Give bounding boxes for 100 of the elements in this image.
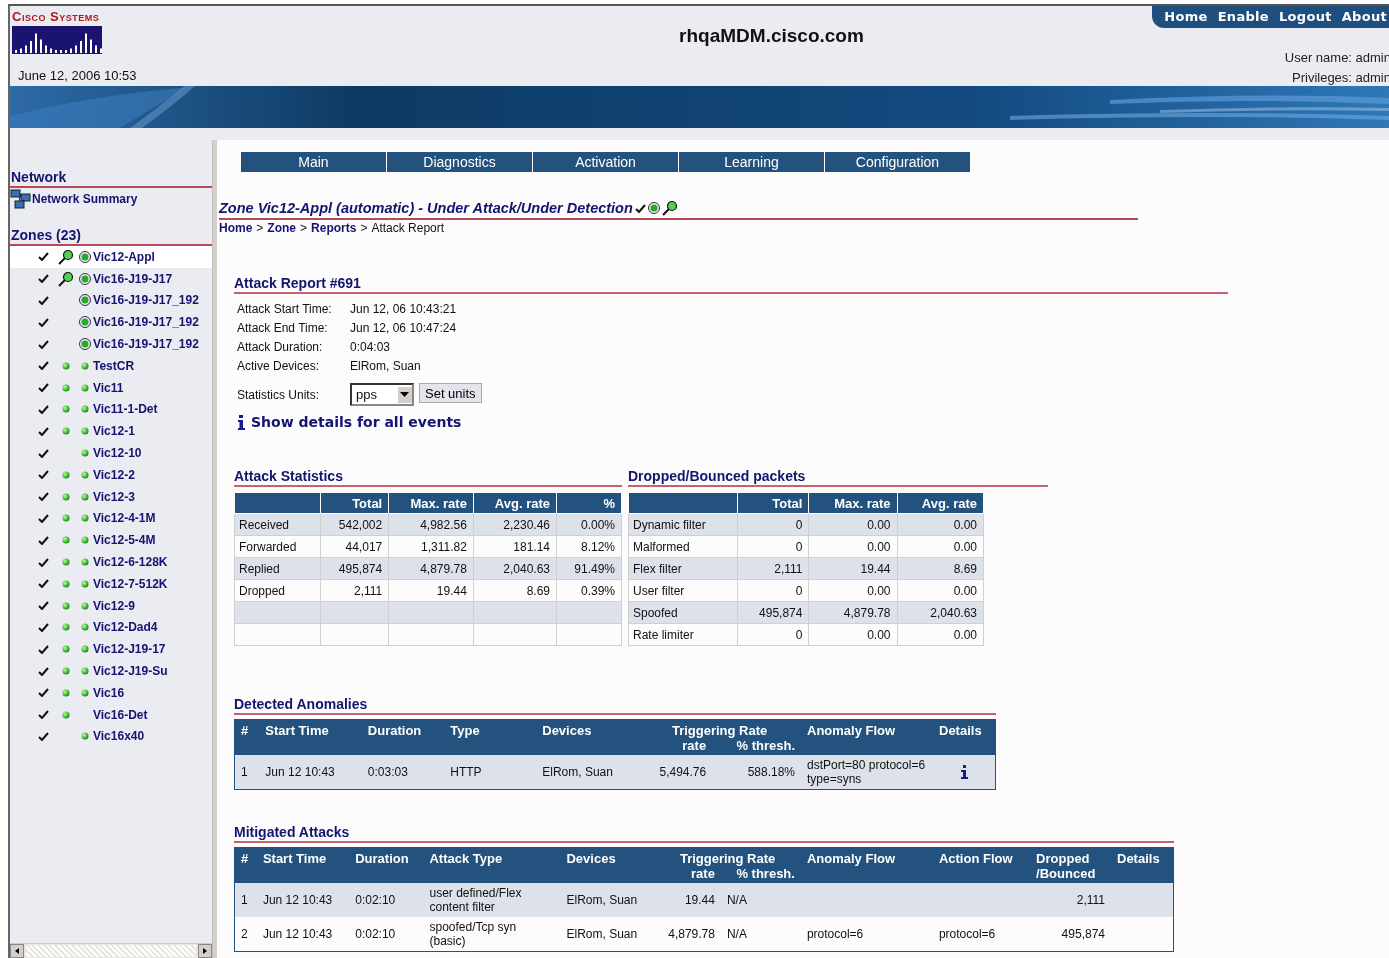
zone-name: Vic12-4-1M bbox=[93, 511, 156, 526]
field-label: Active Devices: bbox=[237, 359, 321, 373]
table-cell: N/A bbox=[720, 917, 801, 952]
zone-item[interactable]: Vic16-J19-J17_192 bbox=[10, 333, 212, 355]
column-header: Devices bbox=[536, 719, 639, 755]
zone-name: Vic11-1-Det bbox=[93, 402, 158, 417]
zone-name: Vic16-J19-J17 bbox=[93, 271, 173, 286]
field-label: Attack End Time: bbox=[237, 321, 329, 335]
zone-name: Vic12-5-4M bbox=[93, 533, 156, 548]
breadcrumb-link[interactable]: Zone bbox=[267, 221, 297, 235]
column-header: % bbox=[556, 492, 622, 514]
scrollbar[interactable] bbox=[10, 943, 212, 958]
zone-item[interactable]: Vic11-1-Det bbox=[10, 398, 212, 421]
table-cell: 0.00 bbox=[808, 535, 897, 558]
table-cell: 4,879.78 bbox=[654, 917, 721, 952]
zone-title: Zone Vic12-Appl (automatic) - Under Attack/Under Detection bbox=[219, 200, 633, 216]
column-header: # bbox=[234, 847, 257, 883]
breadcrumb-link[interactable]: Reports bbox=[311, 221, 357, 235]
column-header: % thresh. bbox=[720, 866, 801, 883]
field-value: ElRom, Suan bbox=[350, 359, 422, 373]
nav-link[interactable]: Home bbox=[1164, 9, 1208, 24]
zone-item[interactable]: Vic12-6-128K bbox=[10, 551, 212, 573]
zone-item[interactable]: Vic12-9 bbox=[10, 594, 212, 617]
table-cell: 0.00 bbox=[897, 623, 984, 646]
details-link[interactable]: Show details for all events bbox=[251, 414, 462, 430]
magnifier-icon bbox=[661, 200, 678, 216]
column-header: Start Time bbox=[259, 719, 362, 755]
zone-item[interactable]: Vic16-J19-J17_192 bbox=[10, 311, 212, 334]
table-cell: 0 bbox=[737, 623, 809, 646]
zone-item[interactable]: Vic12-3 bbox=[10, 485, 212, 508]
zone-name: Vic16x40 bbox=[93, 729, 145, 744]
info-icon[interactable] bbox=[960, 768, 968, 782]
zone-name: Vic12-Appl bbox=[93, 249, 155, 264]
column-header: rate bbox=[638, 738, 713, 755]
tab[interactable]: Activation bbox=[533, 152, 679, 172]
table-cell: ElRom, Suan bbox=[560, 883, 655, 917]
table-cell: 0:02:10 bbox=[349, 883, 424, 917]
units-dropdown[interactable]: pps bbox=[350, 383, 414, 406]
zone-name: Vic16-J19-J17_192 bbox=[93, 315, 199, 330]
zone-item[interactable]: Vic16x40 bbox=[10, 725, 212, 748]
zone-item[interactable]: TestCR bbox=[10, 355, 212, 377]
bars-logo-icon bbox=[12, 26, 102, 54]
zone-item[interactable]: Vic12-10 bbox=[10, 442, 212, 464]
zone-item[interactable]: Vic16-J19-J17 bbox=[10, 267, 212, 290]
column-header: Action Flow bbox=[932, 847, 1031, 883]
zone-item[interactable]: Vic16-Det bbox=[10, 703, 212, 726]
table-cell: 0 bbox=[737, 579, 809, 602]
table-cell: HTTP bbox=[444, 755, 537, 790]
scroll-right-icon[interactable] bbox=[198, 944, 212, 958]
scroll-left-icon[interactable] bbox=[10, 944, 24, 958]
zone-item[interactable]: Vic12-2 bbox=[10, 463, 212, 486]
table-cell: spoofed/Tcp syn (basic) bbox=[423, 917, 561, 952]
section-heading: Attack Statistics bbox=[234, 468, 622, 487]
column-header: Total bbox=[737, 492, 809, 514]
column-header: Details bbox=[1111, 847, 1174, 883]
table-cell: 19.44 bbox=[388, 579, 474, 602]
table-cell: Forwarded bbox=[234, 535, 321, 558]
table-cell: Flex filter bbox=[628, 557, 738, 580]
zone-item[interactable]: Vic16 bbox=[10, 681, 212, 704]
zone-item[interactable]: Vic12-1 bbox=[10, 420, 212, 443]
table-cell: Jun 12 10:43 bbox=[256, 883, 350, 917]
set-units-button[interactable]: Set units bbox=[419, 383, 482, 403]
column-header: Max. rate bbox=[808, 492, 897, 514]
zone-name: TestCR bbox=[93, 358, 135, 373]
tab[interactable]: Configuration bbox=[825, 152, 971, 172]
tab[interactable]: Diagnostics bbox=[387, 152, 533, 172]
column-header: Duration bbox=[361, 719, 445, 755]
breadcrumb-separator: > bbox=[256, 221, 264, 235]
zone-name: Vic16-J19-J17_192 bbox=[93, 337, 199, 352]
zone-item[interactable]: Vic12-Appl bbox=[10, 246, 212, 268]
table-cell: 0:03:03 bbox=[361, 755, 445, 790]
tab[interactable]: Learning bbox=[679, 152, 825, 172]
breadcrumb-separator: > bbox=[300, 221, 308, 235]
zone-item[interactable]: Vic12-7-512K bbox=[10, 572, 212, 595]
zone-item[interactable]: Vic12-J19-Su bbox=[10, 660, 212, 682]
table-cell: dstPort=80 protocol=6 type=syns bbox=[801, 755, 933, 790]
zone-name: Vic12-1 bbox=[93, 424, 135, 439]
zone-name: Vic12-J19-17 bbox=[93, 642, 166, 657]
scroll-thumb[interactable] bbox=[26, 945, 196, 957]
table-cell: 0.00 bbox=[808, 579, 897, 602]
zone-item[interactable]: Vic12-J19-17 bbox=[10, 638, 212, 661]
network-summary-link[interactable]: Network Summary bbox=[32, 192, 138, 206]
zone-item[interactable]: Vic11 bbox=[10, 376, 212, 399]
zone-item[interactable]: Vic12-4-1M bbox=[10, 507, 212, 530]
field-label: Statistics Units: bbox=[237, 387, 321, 402]
table-cell: 2,111 bbox=[320, 579, 389, 602]
breadcrumb-link[interactable]: Home bbox=[219, 221, 253, 235]
zone-item[interactable]: Vic16-J19-J17_192 bbox=[10, 289, 212, 312]
table-cell: Jun 12 10:43 bbox=[256, 917, 350, 952]
nav-link[interactable]: Enable bbox=[1217, 9, 1269, 24]
table-cell: 181.14 bbox=[473, 535, 557, 558]
zone-name: Vic12-3 bbox=[93, 489, 135, 504]
zone-item[interactable]: Vic12-Dad4 bbox=[10, 616, 212, 639]
nav-link[interactable]: Logout bbox=[1279, 9, 1332, 24]
zone-item[interactable]: Vic12-5-4M bbox=[10, 529, 212, 552]
table-cell: protocol=6 bbox=[932, 917, 1031, 952]
column-group-header: Triggering Rate bbox=[638, 719, 801, 738]
tab[interactable]: Main bbox=[241, 152, 387, 172]
nav-link[interactable]: About bbox=[1341, 9, 1387, 24]
zone-name: Vic12-9 bbox=[93, 598, 135, 613]
